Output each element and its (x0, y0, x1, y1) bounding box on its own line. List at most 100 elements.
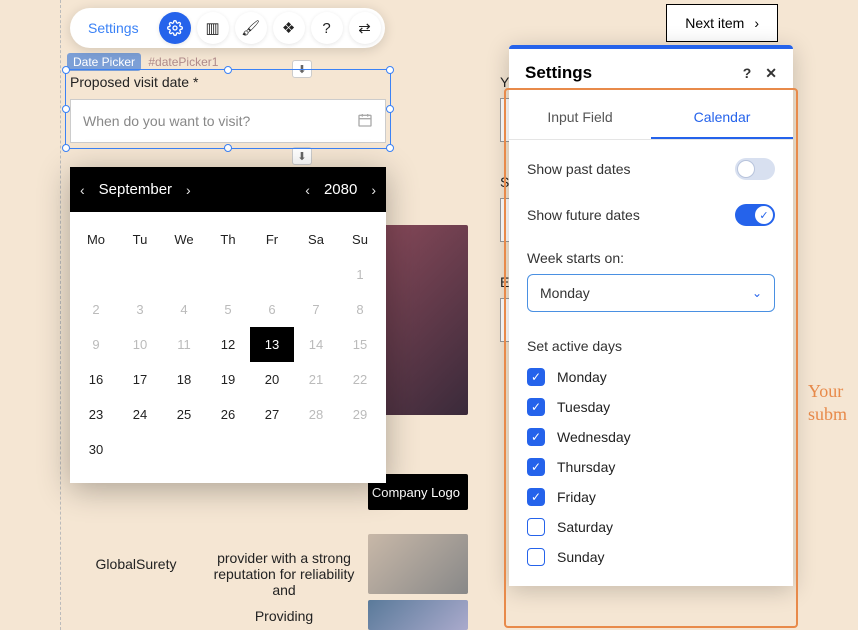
toggle-show-future[interactable] (735, 204, 775, 226)
label-week-start: Week starts on: (527, 250, 775, 266)
calendar-day (118, 257, 162, 292)
calendar-day[interactable]: 3 (118, 292, 162, 327)
active-day-row: Saturday (527, 518, 775, 536)
checkbox[interactable]: ✓ (527, 488, 545, 506)
day-label: Friday (557, 489, 596, 505)
select-week-start[interactable]: Monday ⌄ (527, 274, 775, 312)
next-item-button[interactable]: Next item › (666, 4, 778, 42)
checkbox[interactable]: ✓ (527, 398, 545, 416)
tab-input-field[interactable]: Input Field (509, 97, 651, 139)
attach-below-icon[interactable]: ⬇ (292, 147, 312, 165)
tab-calendar[interactable]: Calendar (651, 97, 793, 139)
day-of-week: Su (338, 222, 382, 257)
label-show-future: Show future dates (527, 207, 640, 223)
placeholder-text: When do you want to visit? (83, 113, 250, 129)
calendar-day (250, 257, 294, 292)
resize-handle[interactable] (386, 105, 394, 113)
calendar-month[interactable]: September (99, 181, 172, 198)
prev-year-icon[interactable]: ‹ (305, 182, 310, 198)
date-input[interactable]: When do you want to visit? (70, 99, 386, 143)
resize-handle[interactable] (386, 66, 394, 74)
calendar-day[interactable]: 19 (206, 362, 250, 397)
brush-icon[interactable]: 🖌 (235, 12, 267, 44)
calendar-day[interactable]: 20 (250, 362, 294, 397)
next-year-icon[interactable]: › (371, 182, 376, 198)
resize-handle[interactable] (62, 144, 70, 152)
prev-month-icon[interactable]: ‹ (80, 182, 85, 198)
gear-icon[interactable] (159, 12, 191, 44)
day-label: Sunday (557, 549, 604, 565)
toggle-show-past[interactable] (735, 158, 775, 180)
shuffle-icon[interactable]: ⇄ (349, 12, 381, 44)
resize-handle[interactable] (62, 105, 70, 113)
calendar-day[interactable]: 28 (294, 397, 338, 432)
guide-line (60, 0, 61, 630)
checkbox[interactable] (527, 518, 545, 536)
day-label: Monday (557, 369, 607, 385)
help-icon[interactable]: ? (311, 12, 343, 44)
settings-button[interactable]: Settings (74, 14, 153, 42)
next-month-icon[interactable]: › (186, 182, 191, 198)
bg-message: Your subm (808, 380, 858, 427)
element-badge: Date Picker #datePicker1 (67, 55, 218, 69)
calendar-day[interactable]: 4 (162, 292, 206, 327)
active-day-row: ✓ Friday (527, 488, 775, 506)
calendar-day[interactable]: 24 (118, 397, 162, 432)
day-of-week: Mo (74, 222, 118, 257)
calendar-day[interactable]: 25 (162, 397, 206, 432)
checkbox[interactable]: ✓ (527, 428, 545, 446)
active-days-list: ✓Monday✓Tuesday✓Wednesday✓Thursday✓Frida… (527, 368, 775, 566)
calendar-day[interactable]: 21 (294, 362, 338, 397)
calendar-day[interactable]: 6 (250, 292, 294, 327)
attach-above-icon[interactable]: ⬇ (292, 60, 312, 78)
help-icon[interactable]: ? (743, 65, 752, 82)
row-show-future: Show future dates (527, 204, 775, 226)
calendar-day[interactable]: 1 (338, 257, 382, 292)
calendar-day[interactable]: 7 (294, 292, 338, 327)
calendar-popup: ‹ September › ‹ 2080 › MoTuWeThFrSaSu123… (70, 167, 386, 483)
resize-handle[interactable] (224, 144, 232, 152)
calendar-day[interactable]: 30 (74, 432, 118, 467)
day-of-week: Fr (250, 222, 294, 257)
bg-label: Y (500, 74, 509, 90)
calendar-day[interactable]: 9 (74, 327, 118, 362)
layout-icon[interactable]: ▥ (197, 12, 229, 44)
resize-handle[interactable] (386, 144, 394, 152)
active-day-row: ✓Thursday (527, 458, 775, 476)
animation-icon[interactable]: ❖ (273, 12, 305, 44)
calendar-day (74, 257, 118, 292)
day-label: Tuesday (557, 399, 610, 415)
calendar-day[interactable]: 23 (74, 397, 118, 432)
calendar-day[interactable]: 27 (250, 397, 294, 432)
checkbox[interactable]: ✓ (527, 368, 545, 386)
checkbox[interactable]: ✓ (527, 458, 545, 476)
bg-text: Providing (204, 608, 364, 624)
select-value: Monday (540, 285, 590, 301)
close-icon[interactable]: ✕ (765, 65, 777, 82)
calendar-day[interactable]: 11 (162, 327, 206, 362)
chevron-right-icon: › (754, 15, 759, 31)
calendar-day[interactable]: 13 (250, 327, 294, 362)
calendar-day[interactable]: 22 (338, 362, 382, 397)
calendar-day[interactable]: 12 (206, 327, 250, 362)
active-day-row: ✓ Monday (527, 368, 775, 386)
calendar-day[interactable]: 2 (74, 292, 118, 327)
calendar-day[interactable]: 15 (338, 327, 382, 362)
day-of-week: Th (206, 222, 250, 257)
calendar-day[interactable]: 29 (338, 397, 382, 432)
calendar-year[interactable]: 2080 (324, 181, 357, 198)
checkbox[interactable] (527, 548, 545, 566)
calendar-day[interactable]: 10 (118, 327, 162, 362)
calendar-day[interactable]: 17 (118, 362, 162, 397)
calendar-day[interactable]: 18 (162, 362, 206, 397)
calendar-header: ‹ September › ‹ 2080 › (70, 167, 386, 212)
resize-handle[interactable] (224, 66, 232, 74)
calendar-day[interactable]: 26 (206, 397, 250, 432)
calendar-icon (357, 112, 373, 131)
bg-photo (368, 534, 468, 594)
calendar-day[interactable]: 14 (294, 327, 338, 362)
calendar-day[interactable]: 16 (74, 362, 118, 397)
bg-text: provider with a strong reputation for re… (204, 550, 364, 598)
calendar-day[interactable]: 5 (206, 292, 250, 327)
calendar-day[interactable]: 8 (338, 292, 382, 327)
